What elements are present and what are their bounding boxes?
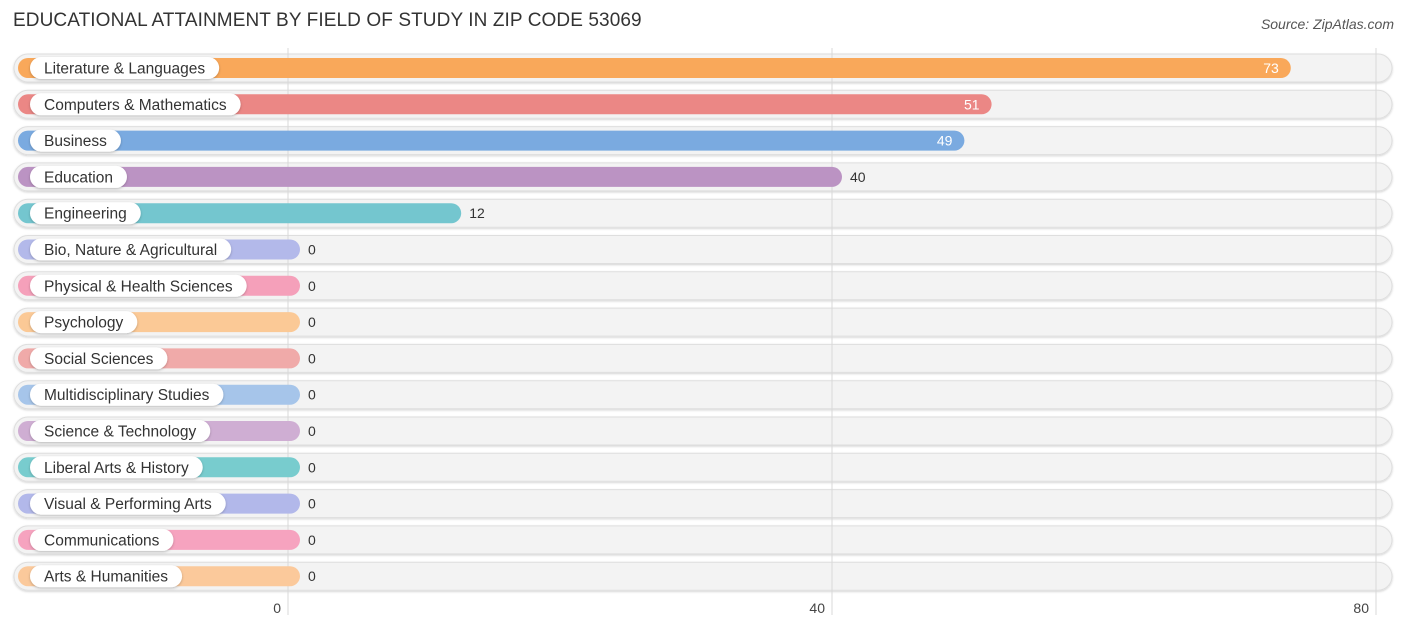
x-tick-label: 0 — [273, 600, 281, 616]
category-label: Liberal Arts & History — [44, 460, 189, 477]
category-label: Literature & Languages — [44, 61, 205, 78]
value-label: 73 — [1263, 60, 1279, 76]
category-label: Visual & Performing Arts — [44, 496, 212, 513]
value-label: 40 — [850, 169, 866, 185]
value-label: 0 — [308, 423, 316, 439]
value-label: 0 — [308, 242, 316, 258]
bar — [18, 166, 842, 187]
value-label: 0 — [308, 314, 316, 330]
category-label: Arts & Humanities — [44, 569, 168, 586]
value-label: 0 — [308, 532, 316, 548]
value-label: 0 — [308, 387, 316, 403]
category-label: Science & Technology — [44, 424, 196, 441]
value-label: 12 — [469, 205, 485, 221]
category-label: Engineering — [44, 206, 127, 223]
bar — [18, 130, 965, 151]
value-label: 0 — [308, 278, 316, 294]
category-label: Computers & Mathematics — [44, 97, 227, 114]
x-tick-label: 80 — [1353, 600, 1369, 616]
value-label: 49 — [937, 133, 953, 149]
category-label: Education — [44, 169, 113, 186]
category-label: Bio, Nature & Agricultural — [44, 242, 217, 259]
value-label: 0 — [308, 459, 316, 475]
category-label: Physical & Health Sciences — [44, 278, 233, 295]
x-tick-label: 40 — [809, 600, 825, 616]
bar-chart: Literature & Languages 73 Computers & Math… — [13, 48, 1393, 616]
value-label: 0 — [308, 350, 316, 366]
category-label: Social Sciences — [44, 351, 154, 368]
value-label: 0 — [308, 496, 316, 512]
category-label: Business — [44, 133, 107, 150]
category-label: Multidisciplinary Studies — [44, 387, 210, 404]
value-label: 51 — [964, 96, 980, 112]
category-label: Communications — [44, 532, 160, 549]
value-label: 0 — [308, 568, 316, 584]
category-label: Psychology — [44, 315, 124, 332]
